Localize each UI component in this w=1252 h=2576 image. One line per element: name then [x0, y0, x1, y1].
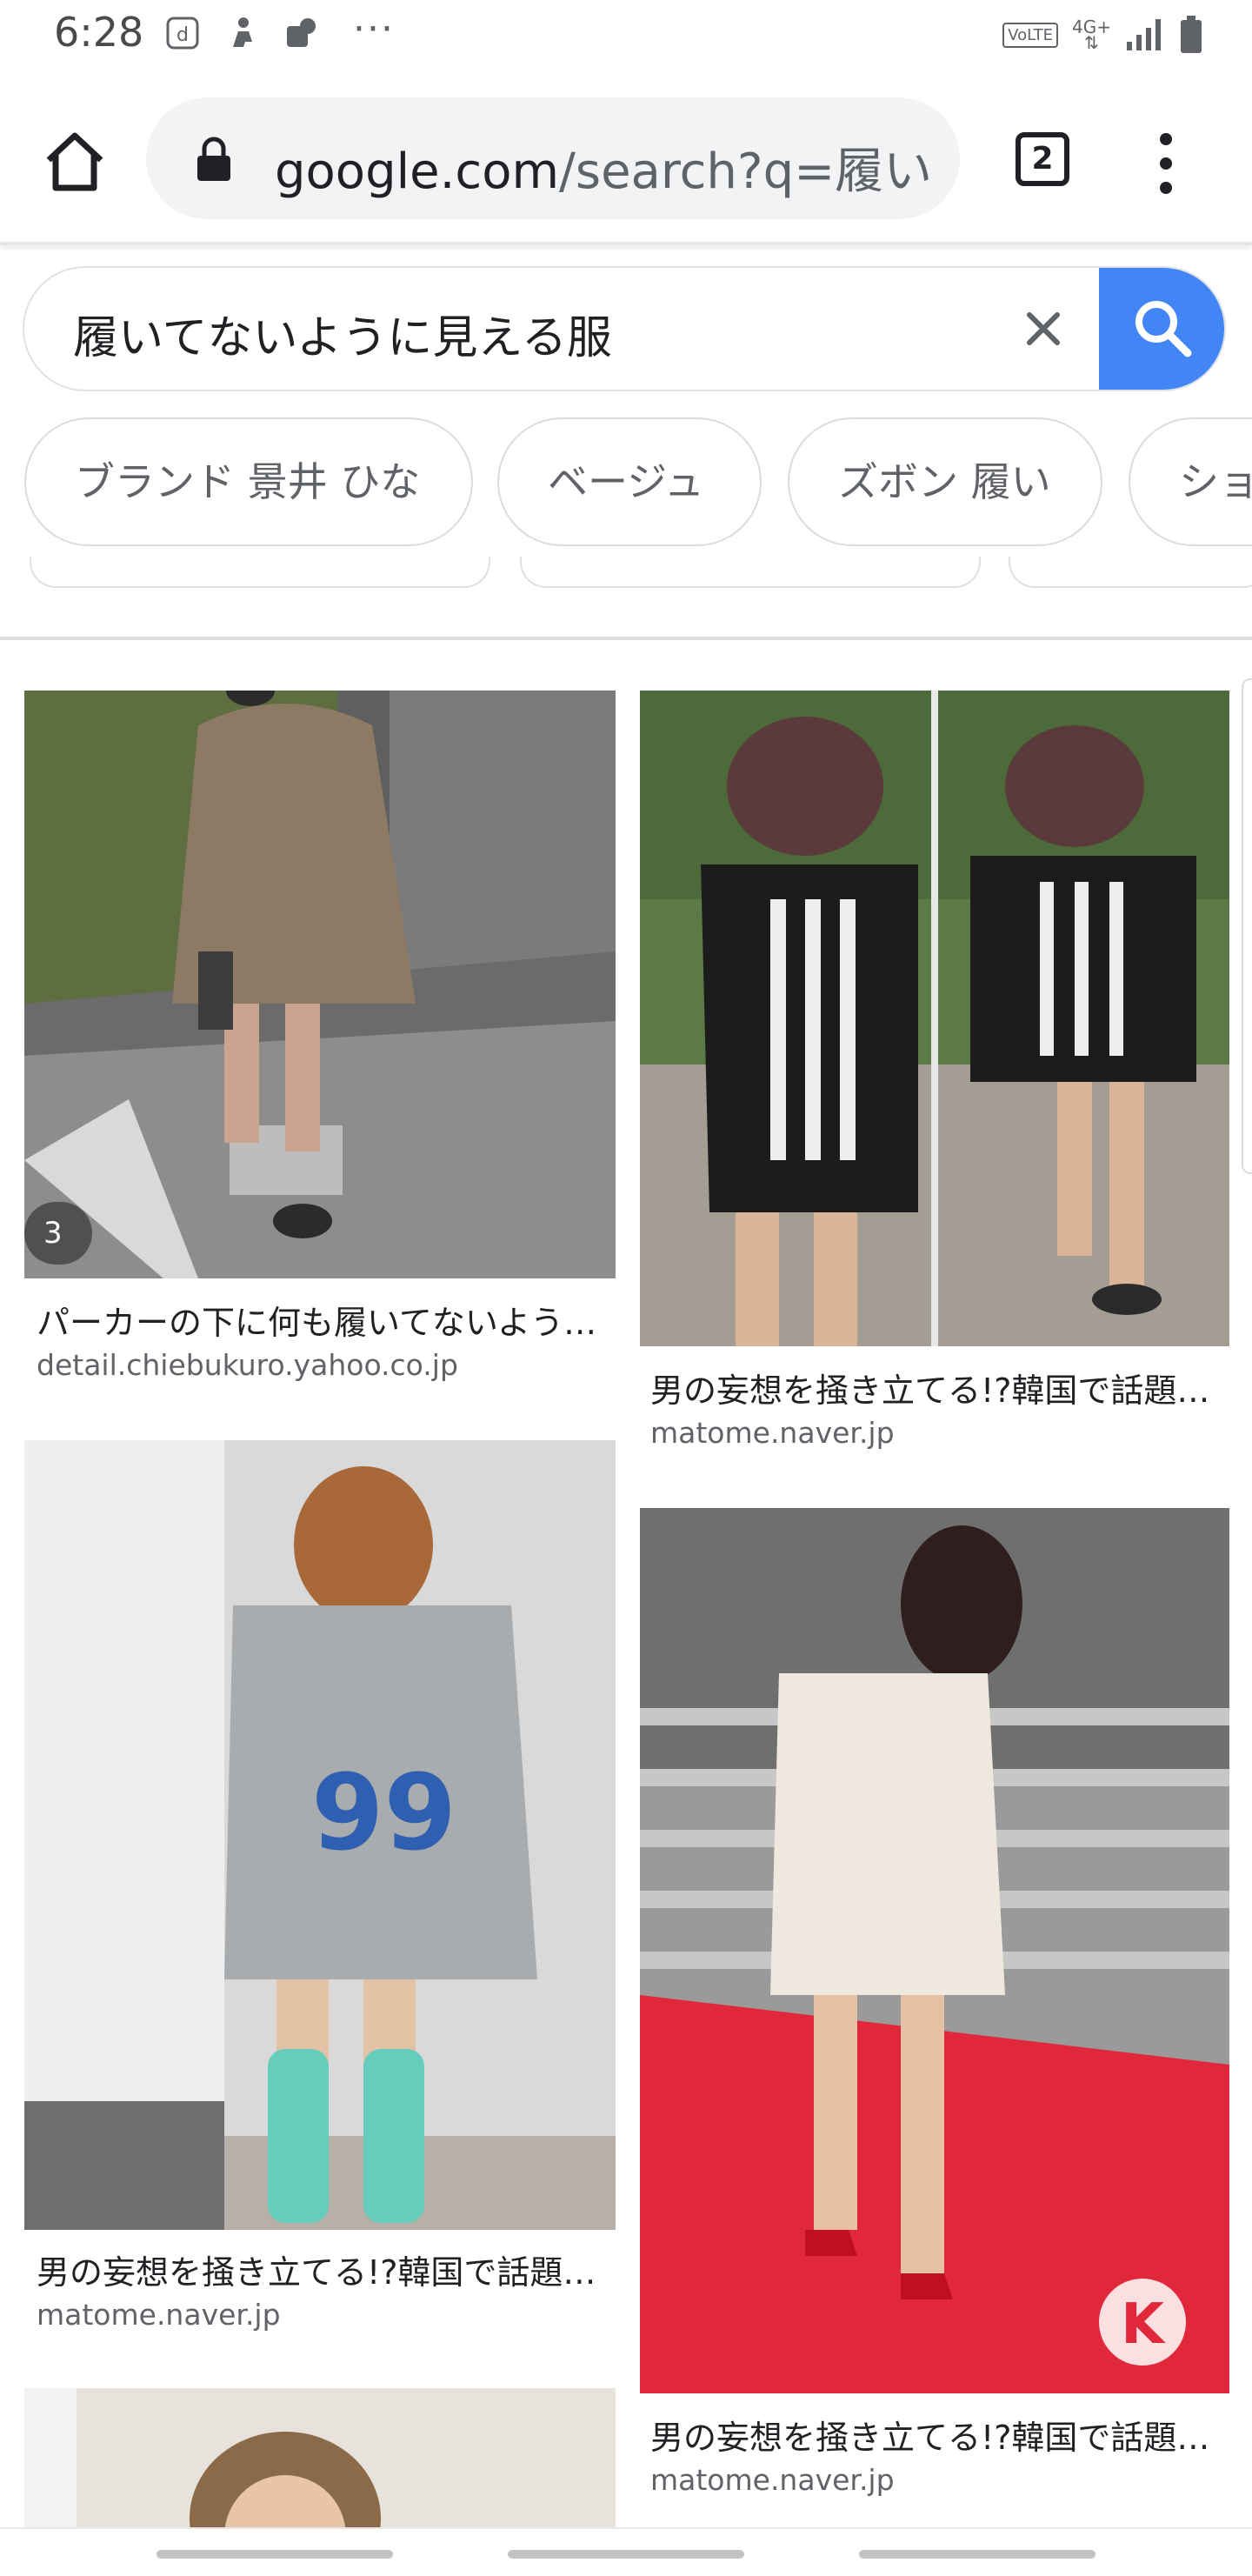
svg-text:99: 99: [311, 1753, 456, 1874]
chip-shorts[interactable]: ショ: [1129, 417, 1252, 546]
result-image-hoodie[interactable]: [24, 691, 616, 1278]
result-title[interactable]: パーカーの下に何も履いてないよう…: [37, 1296, 596, 1344]
result-source: matome.naver.jp: [650, 1416, 895, 1450]
result-title[interactable]: 男の妄想を掻き立てる!?韓国で話題…: [650, 2411, 1209, 2459]
result-title[interactable]: 男の妄想を掻き立てる!?韓国で話題…: [650, 1364, 1209, 1411]
cube-app-icon: [287, 18, 316, 47]
result-title[interactable]: 男の妄想を掻き立てる!?韓国で話題…: [37, 2246, 596, 2293]
url-domain: google.com: [275, 143, 560, 200]
lock-icon[interactable]: [195, 136, 233, 183]
chip-fragment: [30, 557, 490, 588]
svg-text:K: K: [1121, 2292, 1166, 2357]
volte-label: VoLTE: [1002, 22, 1059, 48]
chip-brand[interactable]: ブランド 景井 ひな: [24, 417, 473, 546]
chip-beige[interactable]: ベージュ: [497, 417, 762, 546]
browser-toolbar: google.com/search?q=履い 2: [0, 87, 1252, 235]
scroll-hint: [1242, 678, 1252, 1174]
result-image-gray-tshirt[interactable]: 99: [24, 1440, 616, 2230]
network-label: 4G+ ⇅: [1072, 17, 1111, 53]
clear-icon[interactable]: [1022, 308, 1064, 350]
svg-text:d: d: [176, 24, 189, 46]
result-image-black-sweater[interactable]: [640, 691, 1229, 1346]
result-source: matome.naver.jp: [650, 2463, 895, 2497]
status-time: 6:28: [54, 9, 144, 56]
home-icon[interactable]: [42, 129, 108, 195]
result-source: matome.naver.jp: [37, 2298, 281, 2332]
signal-icon: [1127, 19, 1161, 50]
result-source: detail.chiebukuro.yahoo.co.jp: [37, 1348, 458, 1382]
chip-pants[interactable]: ズボン 履い: [788, 417, 1102, 546]
age-badge: 3 日前: [24, 1202, 92, 1376]
system-nav-bar: [0, 2527, 1252, 2576]
search-button[interactable]: [1099, 268, 1224, 390]
nav-handle[interactable]: [156, 2550, 393, 2559]
toolbar-divider: [0, 242, 1252, 245]
url-text[interactable]: google.com/search?q=履い: [275, 132, 932, 203]
figure-app-icon: [233, 17, 252, 47]
search-icon: [1135, 301, 1192, 357]
nav-handle[interactable]: [508, 2550, 744, 2559]
chip-row-fragments: [0, 557, 1252, 591]
overflow-menu-icon[interactable]: [1146, 129, 1186, 198]
d-app-icon: d: [166, 17, 199, 50]
tabs-icon[interactable]: 2: [1016, 132, 1069, 186]
status-bar: 6:28 d ··· VoLTE 4G+ ⇅: [0, 0, 1252, 75]
search-box[interactable]: 履いてないように見える服: [23, 266, 1226, 391]
more-notifications-icon: ···: [353, 7, 395, 51]
battery-icon: [1181, 16, 1202, 53]
chip-fragment: [520, 557, 981, 588]
url-path: /search?q=履い: [559, 143, 933, 200]
result-image-red-carpet[interactable]: K: [640, 1508, 1229, 2393]
search-input[interactable]: 履いてないように見える服: [73, 301, 612, 366]
section-divider: [0, 637, 1252, 640]
related-chips: ブランド 景井 ひな ベージュ ズボン 履い ショ: [24, 417, 1252, 546]
chip-fragment: [1009, 557, 1252, 588]
address-bar[interactable]: google.com/search?q=履い: [146, 97, 960, 219]
nav-handle[interactable]: [859, 2550, 1096, 2559]
